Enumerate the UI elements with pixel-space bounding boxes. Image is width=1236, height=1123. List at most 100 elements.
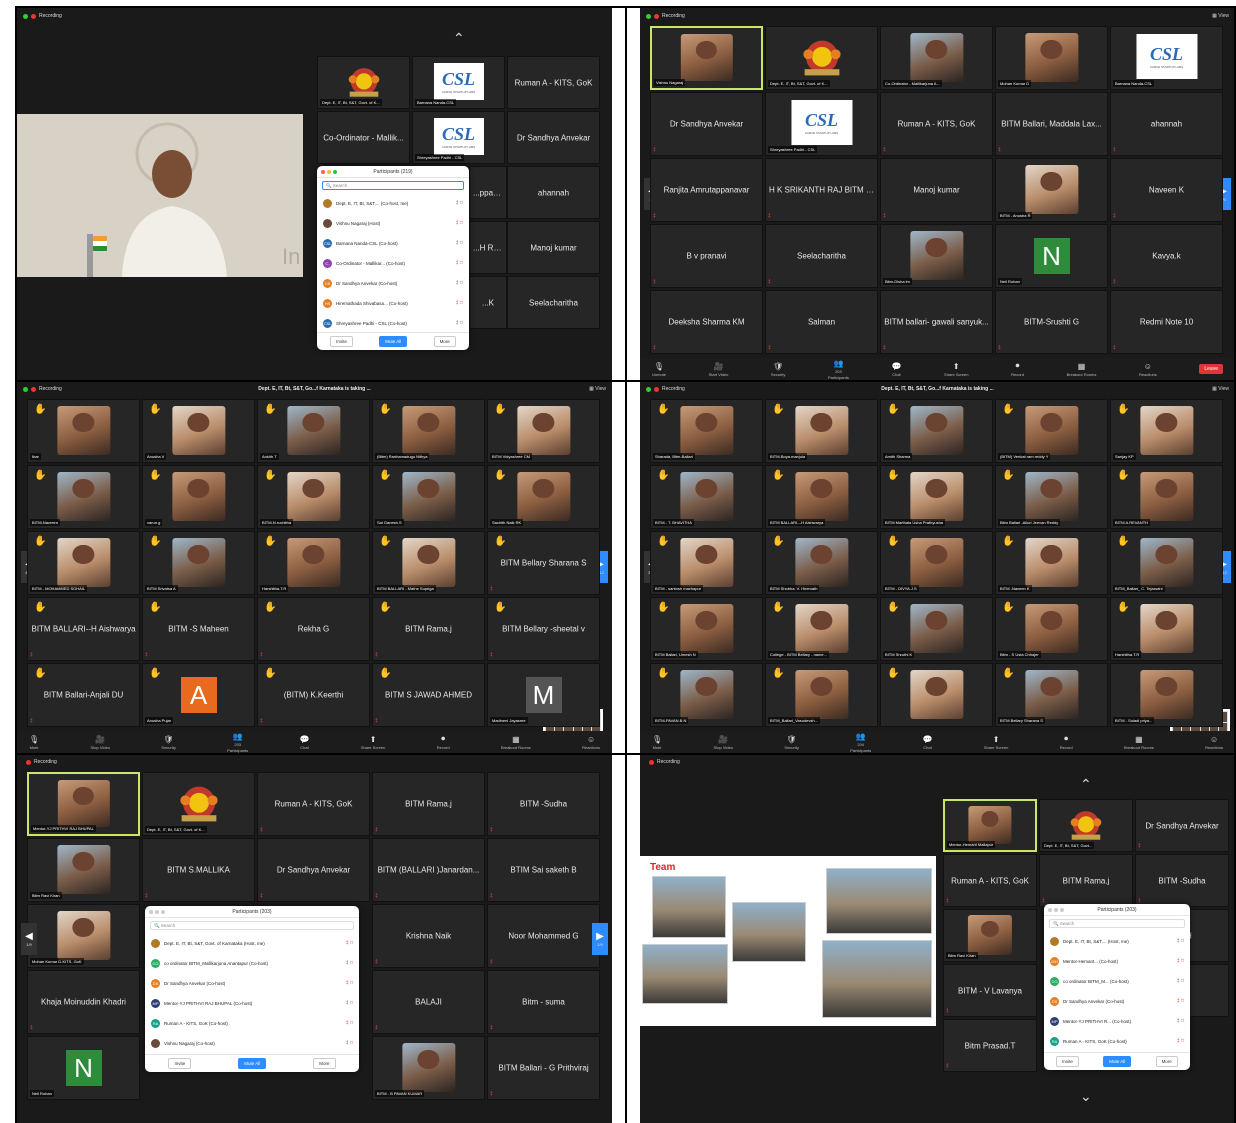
participant-row[interactable]: Dept. E, IT, Bt, S&T, Govt. of Karnataka… (145, 933, 359, 953)
participant-tile[interactable]: CSL CARVE STARTUP LABS Shreyashree Padhi -… (412, 111, 505, 164)
participant-tile[interactable]: Anusha V ✋ (142, 399, 255, 463)
participant-tile[interactable]: BITM_Ballari_Vasudevsh... ✋ (765, 663, 878, 727)
participant-tile[interactable]: ✋ (880, 663, 993, 727)
toolbar-record-button[interactable]: ⏺ Record (1060, 734, 1073, 750)
participant-tile[interactable]: BITM-N.ruchitha ✋ (257, 465, 370, 529)
participant-tile[interactable]: BITM_Ballari_ C. Tejaswini ✋ (1110, 531, 1223, 595)
participant-tile[interactable]: Vishnu Nagaraj (650, 26, 763, 90)
toolbar-mute-button[interactable]: 🎙 Mute (652, 735, 662, 750)
participant-tile[interactable]: Mentor-Hemant Mallapur (943, 799, 1037, 852)
participant-tile[interactable]: Mohan Kumar D-KITS, GoK (27, 904, 140, 968)
mute-all-button[interactable]: Mute All (238, 1058, 267, 1069)
participant-tile[interactable]: BITM S.MALLIKA ‡ (142, 838, 255, 902)
participant-row[interactable]: Vishnu Nagaraj (Co-host) ‡ □ (145, 1033, 359, 1053)
participant-row[interactable]: RA Ruman A - KITS, GoK (Co-host) ‡ □ (145, 1013, 359, 1033)
participant-tile[interactable]: Ruman A - KITS, GoK (507, 56, 600, 109)
participant-tile[interactable]: N Neil Rohan (995, 224, 1108, 288)
participants-search-input[interactable]: 🔍 Search (150, 921, 354, 930)
window-controls[interactable] (149, 910, 165, 914)
participant-tile[interactable]: Noor Mohammed G ‡ (487, 904, 600, 968)
toolbar-reactions-button[interactable]: ☺ Reactions (1139, 362, 1157, 377)
participant-tile[interactable]: BITM Shruthi K ✋ (880, 597, 993, 661)
participant-tile[interactable]: Ruman A - KITS, GoK ‡ (943, 854, 1037, 907)
chevron-down-icon[interactable]: ⌄ (1080, 1088, 1092, 1105)
participant-tile[interactable]: BITM (BALLARI )Janardan... ‡ (372, 838, 485, 902)
participant-tile[interactable]: A Anusha Pujar ✋ (142, 663, 255, 727)
participant-tile[interactable]: Salman ‡ (765, 290, 878, 354)
toolbar-security-button[interactable]: 🛡 Security (771, 362, 785, 377)
participant-row[interactable]: RA Ruman A - KITS, GoK (Co-host) ‡ □ (1044, 1031, 1190, 1051)
participant-tile[interactable]: BITM -Sudha ‡ (1135, 854, 1229, 907)
participant-row[interactable]: HS Hiremathada Shivabasa... (Co-host) ‡ □ (317, 293, 469, 313)
mute-all-button[interactable]: Mute All (379, 336, 408, 347)
toolbar-share-screen-button[interactable]: ⬆ Share Screen (944, 362, 968, 377)
participant-tile[interactable]: ahannah (507, 166, 600, 219)
participant-row[interactable]: CSL Shreyashree Padhi - CSL (Co-host) ‡ □ (317, 313, 469, 333)
participant-tile[interactable]: BALAJI ‡ (372, 970, 485, 1034)
toolbar-participants-button[interactable]: 👥 203 Participants (227, 732, 248, 753)
participant-tile[interactable]: Ruman A - KITS, GoK ‡ (880, 92, 993, 156)
participant-tile[interactable]: Sharada, Bitm-Ballari ✋ (650, 399, 763, 463)
participant-tile[interactable]: Dept. E, IT, Bt, S&T, Govt. of K... (317, 56, 410, 109)
participant-tile[interactable]: H K SRIKANTH RAJ BITM c... ‡ (765, 158, 878, 222)
participant-tile[interactable]: Krishna Naik ‡ (372, 904, 485, 968)
toolbar-breakout-rooms-button[interactable]: ▦ Breakout Rooms (1067, 362, 1097, 377)
more-button[interactable]: More (1155, 1056, 1178, 1067)
toolbar-unmute-button[interactable]: 🎙 Unmute (652, 362, 666, 377)
participant-tile[interactable]: Dept. E, IT, Bt, S&T, Govt... (1039, 799, 1133, 852)
toolbar-security-button[interactable]: 🛡 Security (161, 735, 175, 750)
participant-tile[interactable]: Seelacharitha (507, 276, 600, 329)
participant-tile[interactable]: Manoj kumar (507, 221, 600, 274)
toolbar-chat-button[interactable]: 💬 Chat (923, 735, 933, 750)
toolbar-participants-button[interactable]: 👥 204 Participants (850, 732, 871, 753)
participant-tile[interactable]: Sanjay KP ✋ (1110, 399, 1223, 463)
window-controls[interactable] (321, 170, 337, 174)
toolbar-reactions-button[interactable]: ☺ Reactions (582, 735, 600, 750)
participant-tile[interactable]: ...H RAJ,... (469, 221, 507, 274)
toolbar-security-button[interactable]: 🛡 Security (784, 735, 798, 750)
toolbar-reactions-button[interactable]: ☺ Reactions (1205, 735, 1223, 750)
participant-tile[interactable]: varun.g ✋ (142, 465, 255, 529)
more-button[interactable]: More (313, 1058, 336, 1069)
participant-tile[interactable]: Bitm-Disha lm (880, 224, 993, 288)
participant-tile[interactable]: BITM -S Maheen ‡ ✋ (142, 597, 255, 661)
participant-tile[interactable]: CSL CARVE STARTUP LABS Barnana Nanda-CSL (412, 56, 505, 109)
toolbar-participants-button[interactable]: 👥 203 Participants (828, 359, 849, 380)
participant-tile[interactable]: Dr Sandhya Anvekar ‡ (650, 92, 763, 156)
participant-tile[interactable]: BITM - B PAVAN KUMAR (372, 1036, 485, 1100)
next-page-button[interactable]: ▶1/9 (592, 922, 608, 955)
participant-tile[interactable]: BITM S JAWAD AHMED ‡ ✋ (372, 663, 485, 727)
view-button[interactable]: ▦ View (589, 386, 606, 392)
participant-tile[interactable]: N Neil Rohan (27, 1036, 140, 1100)
participant-tile[interactable]: Ranjita Amrutappanavar ‡ (650, 158, 763, 222)
participant-tile[interactable]: CSL CARVE STARTUP LABS Shreyashree Padhi -… (765, 92, 878, 156)
view-button[interactable]: ▦ View (1212, 386, 1229, 392)
participant-row[interactable]: C- Co-Ordinator - Mallikar... (Co-host) ‡ … (317, 253, 469, 273)
participant-row[interactable]: Dept. E, IT, Bt, S&T,... (Co-host, me) ‡ … (317, 193, 469, 213)
participant-tile[interactable]: BITM Rama.j ‡ (372, 772, 485, 836)
toolbar-stop-video-button[interactable]: 🎥 Stop Video (714, 735, 734, 750)
participant-tile[interactable]: Bitm - suma ‡ (487, 970, 600, 1034)
participant-tile[interactable]: (BITM) Venkat ram reddy Y ✋ (995, 399, 1108, 463)
toolbar-chat-button[interactable]: 💬 Chat (300, 735, 310, 750)
participant-tile[interactable]: BITM Bellary Sharana S ‡ ✋ (487, 531, 600, 595)
participant-tile[interactable]: BITM Vidyashree CM ✋ (487, 399, 600, 463)
participant-tile[interactable]: Harshitha.T.R ✋ (257, 531, 370, 595)
participant-tile[interactable]: Bitm Prasad.T ‡ (943, 1019, 1037, 1072)
participant-tile[interactable]: BITM-Nazreen ✋ (27, 465, 140, 529)
participant-row[interactable]: MP Mentor-YJ PRITHVI R... (Co-host) ‡ □ (1044, 1011, 1190, 1031)
participant-tile[interactable]: Kavya.k ‡ (1110, 224, 1223, 288)
participant-tile[interactable]: BITM Ballari - G Prithviraj ‡ (487, 1036, 600, 1100)
participant-tile[interactable]: BITM - T. BHAVITHA ✋ (650, 465, 763, 529)
participant-tile[interactable]: BITM - V Lavanya ‡ (943, 964, 1037, 1017)
participant-tile[interactable]: Amith Sharma ✋ (880, 399, 993, 463)
more-button[interactable]: More (433, 336, 456, 347)
participant-tile[interactable]: Dr Sandhya Anvekar ‡ (257, 838, 370, 902)
participant-tile[interactable]: BITM Shobha. V. Hiremath ✋ (765, 531, 878, 595)
participant-tile[interactable]: BITM A.REVANTH ✋ (1110, 465, 1223, 529)
participant-tile[interactable]: BITM Ballari-Anjali DU ‡ ✋ (27, 663, 140, 727)
participant-tile[interactable]: BITM BALLARI--H Aishwarya ‡ ✋ (27, 597, 140, 661)
participant-tile[interactable]: BTIM Sai saketh B ‡ (487, 838, 600, 902)
participant-tile[interactable]: BITM BALLARI - Mathe Supriga ✋ (372, 531, 485, 595)
participant-tile[interactable]: ahannah ‡ (1110, 92, 1223, 156)
